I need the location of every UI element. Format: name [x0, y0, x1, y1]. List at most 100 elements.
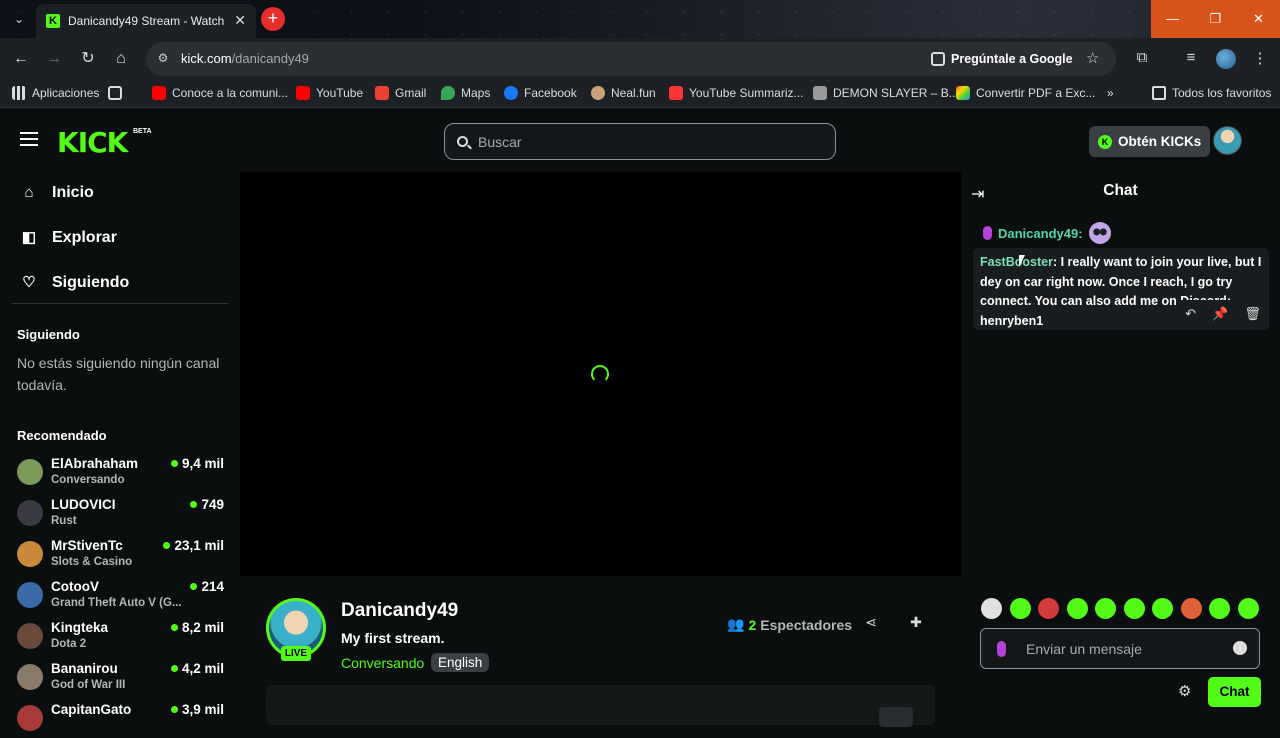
bookmark-item[interactable]: YouTube: [296, 86, 363, 100]
sidebar-item-inicio[interactable]: ⌂ Inicio: [20, 184, 93, 202]
avatar: [17, 459, 43, 485]
emote-icon[interactable]: [1152, 598, 1173, 619]
facebook-icon: [504, 86, 518, 100]
kick-logo[interactable]: KICK: [57, 126, 128, 159]
extensions-icon[interactable]: ⧉: [1132, 49, 1152, 66]
minimize-button[interactable]: —: [1151, 0, 1194, 38]
sidebar-item-label: Siguiendo: [52, 274, 130, 291]
sidebar-item-siguiendo[interactable]: ♡ Siguiendo: [20, 274, 129, 292]
forward-icon[interactable]: →: [43, 48, 65, 70]
recommended-channel[interactable]: CapitanGato 3,9 mil: [17, 702, 224, 738]
emote-icon[interactable]: [1237, 598, 1259, 619]
chat-title: Chat: [1103, 182, 1138, 199]
browser-tab-active[interactable]: K Danicandy49 Stream - Watch Li ✕: [36, 4, 256, 38]
emote-icon[interactable]: [1038, 598, 1059, 619]
about-panel: [266, 685, 935, 727]
maximize-button[interactable]: ❐: [1194, 0, 1237, 38]
back-icon[interactable]: ←: [10, 48, 32, 70]
sidebar-divider: [12, 303, 228, 304]
new-tab-button[interactable]: +: [261, 7, 285, 31]
all-bookmarks-label: Todos los favoritos: [1172, 86, 1272, 100]
bookmark-grid-button[interactable]: [108, 86, 122, 100]
emote-icon[interactable]: [1066, 598, 1088, 619]
home-icon: ⌂: [24, 184, 34, 201]
video-player[interactable]: [240, 172, 961, 576]
chat-input-box[interactable]: [980, 628, 1260, 669]
pin-icon[interactable]: 📌: [1212, 306, 1228, 322]
loading-spinner-icon: [591, 365, 609, 383]
share-icon[interactable]: ⋖: [862, 614, 880, 631]
chat-input[interactable]: [1026, 640, 1216, 657]
profile-avatar-icon[interactable]: [1216, 49, 1236, 69]
chat-username[interactable]: FastBooster: [980, 255, 1053, 269]
sidebar: ⌂ Inicio ◧ Explorar ♡ Siguiendo Siguiend…: [0, 172, 240, 731]
channel-category: Dota 2: [51, 638, 87, 650]
all-bookmarks-folder[interactable]: Todos los favoritos: [1152, 86, 1271, 100]
sidebar-item-explorar[interactable]: ◧ Explorar: [20, 229, 117, 247]
tab-close-icon[interactable]: ✕: [234, 12, 246, 29]
recommended-channel[interactable]: LUDOVICI Rust 749: [17, 497, 224, 533]
beta-tag: BETA: [133, 128, 152, 135]
panel-toggle-button[interactable]: [879, 707, 913, 727]
more-bookmarks-icon[interactable]: »: [1107, 86, 1114, 100]
channel-name: MrStivenTc: [51, 538, 123, 553]
chat-username[interactable]: Danicandy49:: [998, 226, 1083, 241]
follow-user-icon[interactable]: ✚: [907, 614, 925, 631]
live-dot-icon: [163, 542, 171, 549]
bookmark-item[interactable]: YouTube Summariz...: [669, 86, 804, 100]
media-controls-icon[interactable]: ≡: [1181, 49, 1201, 66]
send-chat-button[interactable]: Chat: [1208, 677, 1261, 707]
user-avatar[interactable]: [1213, 126, 1242, 155]
recommended-channel[interactable]: MrStivenTc Slots & Casino 23,1 mil: [17, 538, 224, 574]
bookmark-item[interactable]: Maps: [441, 86, 490, 100]
chat-settings-icon[interactable]: ⚙: [1178, 682, 1191, 700]
emote-icon[interactable]: [1209, 598, 1230, 619]
search-input[interactable]: [478, 133, 818, 150]
bookmark-item[interactable]: Facebook: [504, 86, 577, 100]
emote-icon[interactable]: [1180, 598, 1202, 619]
avatar: [17, 705, 43, 731]
recommended-channel[interactable]: Kingteka Dota 2 8,2 mil: [17, 620, 224, 656]
youtube-summarizer-icon: [669, 86, 683, 100]
mouse-cursor-icon: [1019, 255, 1025, 267]
viewer-label: Espectadores: [760, 616, 853, 633]
bookmark-label: Neal.fun: [611, 86, 656, 100]
emote-icon[interactable]: [981, 598, 1002, 619]
url-text[interactable]: kick.com/danicandy49: [181, 51, 309, 66]
reply-icon[interactable]: ↶: [1185, 306, 1196, 322]
site-info-icon[interactable]: ⚙: [155, 50, 171, 66]
recommended-channel[interactable]: CotooV Grand Theft Auto V (G... 214: [17, 579, 224, 615]
search-box[interactable]: [444, 123, 836, 160]
bookmark-item[interactable]: Neal.fun: [591, 86, 656, 100]
get-kicks-button[interactable]: K Obtén KICKs: [1089, 126, 1211, 157]
menu-hamburger-icon[interactable]: [20, 132, 38, 146]
grid-icon: [108, 86, 122, 100]
omnibox[interactable]: ⚙ kick.com/danicandy49 Pregúntale a Goog…: [146, 42, 1116, 76]
bookmark-star-icon[interactable]: ☆: [1086, 49, 1099, 67]
channel-category: Grand Theft Auto V (G...: [51, 597, 182, 609]
chat-panel: ⇥ Chat Danicandy49: FastBooster: I reall…: [961, 172, 1280, 720]
bookmark-apps[interactable]: Aplicaciones: [12, 86, 99, 100]
home-icon[interactable]: ⌂: [110, 48, 132, 70]
delete-icon[interactable]: 🗑: [1244, 306, 1261, 322]
demon-slayer-icon: [813, 86, 827, 100]
bookmark-item[interactable]: Gmail: [375, 86, 426, 100]
stream-category[interactable]: Conversando: [341, 655, 424, 671]
language-tag[interactable]: English: [431, 653, 490, 672]
emote-icon[interactable]: [1123, 598, 1145, 619]
bookmark-item[interactable]: Convertir PDF a Exc...: [956, 86, 1095, 100]
chrome-menu-icon[interactable]: ⋮: [1250, 49, 1270, 67]
reload-icon[interactable]: ↻: [77, 48, 99, 70]
emoji-picker-icon[interactable]: [1233, 641, 1247, 655]
ask-google-button[interactable]: Pregúntale a Google: [931, 48, 1073, 70]
recommended-channel[interactable]: ElAbrahaham Conversando 9,4 mil: [17, 456, 224, 492]
emote-icon[interactable]: [1095, 598, 1116, 619]
channel-name[interactable]: Danicandy49: [341, 600, 458, 622]
bookmark-item[interactable]: DEMON SLAYER – B...: [813, 86, 959, 100]
emote-icon[interactable]: [1009, 598, 1031, 619]
recommended-channel[interactable]: Bananirou God of War III 4,2 mil: [17, 661, 224, 697]
bookmark-item[interactable]: Conoce a la comuni...: [152, 86, 288, 100]
live-dot-icon: [170, 706, 178, 713]
tab-search-chevron-icon[interactable]: ⌄: [10, 10, 28, 28]
close-window-button[interactable]: ✕: [1237, 0, 1280, 38]
